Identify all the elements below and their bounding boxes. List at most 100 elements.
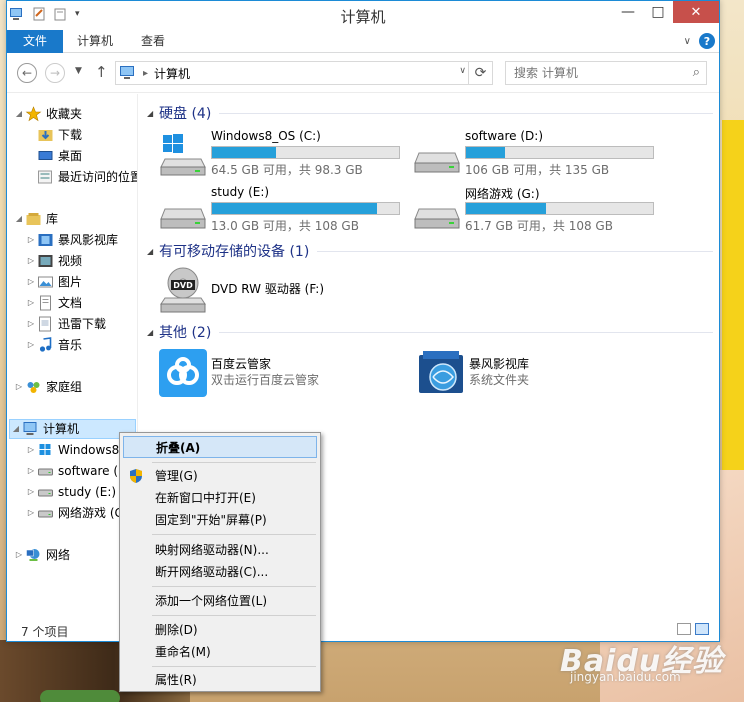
collapse-group-icon[interactable]: ◢ — [147, 328, 159, 337]
arrow-right-icon: → — [49, 66, 61, 80]
collapsed-arrow-icon[interactable]: ▷ — [25, 461, 37, 481]
drive-usage-fill — [466, 203, 547, 214]
group-header-removable[interactable]: ◢ 有可移动存储的设备 (1) — [147, 241, 713, 261]
minimize-button[interactable]: — — [613, 1, 643, 23]
documents-icon — [40, 295, 51, 311]
search-input[interactable] — [514, 66, 684, 80]
nav-library-pictures[interactable]: ▷ 图片 — [25, 272, 82, 292]
collapsed-arrow-icon[interactable]: ▷ — [25, 251, 37, 271]
item-name: 百度云管家 — [211, 357, 272, 371]
menu-item-collapse[interactable]: 折叠(A) — [123, 436, 317, 458]
help-button[interactable]: ? — [699, 33, 715, 49]
address-bar[interactable]: ▸ 计算机 ∨ ⟳ — [115, 61, 493, 85]
menu-separator — [152, 615, 316, 616]
back-button[interactable]: ← — [17, 63, 37, 83]
nav-recent-places[interactable]: 最近访问的位置 — [37, 167, 137, 187]
nav-label: 库 — [46, 212, 59, 226]
nav-label: 文档 — [58, 296, 83, 310]
downloads-library-icon — [39, 316, 51, 332]
breadcrumb-computer[interactable]: 计算机 — [154, 65, 190, 82]
menu-item-disconnect-drive[interactable]: 断开网络驱动器(C)... — [123, 561, 317, 583]
drive-tile-g[interactable]: 网络游戏 (G:) 61.7 GB 可用，共 108 GB — [413, 185, 663, 235]
address-history-dropdown[interactable]: ∨ — [459, 66, 466, 76]
collapsed-arrow-icon[interactable]: ▷ — [25, 272, 37, 292]
drive-tile-e[interactable]: study (E:) 13.0 GB 可用，共 108 GB — [159, 185, 409, 235]
large-icons-view-icon[interactable] — [695, 623, 709, 635]
explorer-window: ▾ 计算机 — □ ✕ 文件 计算机 查看 ∨ ? ← → ▼ ↑ ▸ 计算机 … — [6, 0, 720, 642]
menu-separator — [152, 666, 316, 667]
collapsed-arrow-icon[interactable]: ▷ — [13, 545, 25, 565]
nav-desktop[interactable]: 桌面 — [37, 146, 82, 166]
drive-free-space: 61.7 GB 可用，共 108 GB — [465, 219, 613, 233]
collapse-group-icon[interactable]: ◢ — [147, 247, 159, 256]
collapsed-arrow-icon[interactable]: ▷ — [25, 503, 37, 523]
menu-item-pin-to-start[interactable]: 固定到"开始"屏幕(P) — [123, 509, 317, 531]
nav-homegroup[interactable]: ▷ 家庭组 — [13, 377, 82, 397]
drive-tile-c[interactable]: Windows8_OS (C:) 64.5 GB 可用，共 98.3 GB — [159, 129, 409, 179]
menu-item-delete[interactable]: 删除(D) — [123, 619, 317, 641]
context-menu: 折叠(A) 管理(G) 在新窗口中打开(E) 固定到"开始"屏幕(P) 映射网络… — [119, 432, 321, 692]
dvd-badge-text: DVD — [173, 281, 193, 290]
windows-drive-icon — [160, 134, 206, 176]
breadcrumb-separator[interactable]: ▸ — [143, 68, 148, 79]
expand-arrow-icon[interactable]: ◢ — [13, 104, 25, 124]
dvd-drive-item[interactable]: DVD DVD RW 驱动器 (F:) — [159, 266, 399, 314]
menu-item-manage[interactable]: 管理(G) — [123, 465, 317, 487]
tab-computer[interactable]: 计算机 — [63, 30, 127, 53]
collapsed-arrow-icon[interactable]: ▷ — [25, 314, 37, 334]
collapse-group-icon[interactable]: ◢ — [147, 109, 159, 118]
tab-view[interactable]: 查看 — [127, 30, 179, 53]
item-description: 系统文件夹 — [469, 373, 530, 387]
drive-tile-d[interactable]: software (D:) 106 GB 可用，共 135 GB — [413, 129, 663, 179]
baidu-cloud-item[interactable]: 百度云管家 双击运行百度云管家 — [159, 349, 379, 397]
nav-computer[interactable]: ◢ 计算机 — [9, 419, 136, 439]
nav-label: 桌面 — [58, 149, 83, 163]
maximize-button[interactable]: □ — [643, 1, 673, 23]
menu-item-map-drive[interactable]: 映射网络驱动器(N)... — [123, 539, 317, 561]
collapsed-arrow-icon[interactable]: ▷ — [13, 377, 25, 397]
item-name: DVD RW 驱动器 (F:) — [211, 282, 325, 296]
collapsed-arrow-icon[interactable]: ▷ — [25, 440, 37, 460]
drive-usage-bar — [465, 202, 654, 215]
group-header-other[interactable]: ◢ 其他 (2) — [147, 322, 713, 342]
nav-downloads[interactable]: 下载 — [37, 125, 82, 145]
menu-item-open-new-window[interactable]: 在新窗口中打开(E) — [123, 487, 317, 509]
collapsed-arrow-icon[interactable]: ▷ — [25, 335, 37, 355]
expand-arrow-icon[interactable]: ◢ — [10, 419, 22, 439]
nav-libraries[interactable]: ◢ 库 — [13, 209, 58, 229]
collapsed-arrow-icon[interactable]: ▷ — [25, 482, 37, 502]
nav-library-baofeng[interactable]: ▷ 暴风影视库 — [25, 230, 118, 250]
refresh-button[interactable]: ⟳ — [468, 62, 492, 84]
recent-places-icon — [38, 170, 52, 184]
recent-locations-dropdown[interactable]: ▼ — [75, 66, 82, 76]
baofeng-library-item[interactable]: 暴风影视库 系统文件夹 — [417, 349, 637, 397]
tab-file[interactable]: 文件 — [7, 30, 63, 53]
search-icon[interactable]: ⌕ — [693, 65, 700, 80]
status-bar: 7 个项目 — [7, 619, 719, 641]
forward-button[interactable]: → — [45, 63, 65, 83]
nav-library-videos[interactable]: ▷ 视频 — [25, 251, 82, 271]
nav-library-xunlei[interactable]: ▷ 迅雷下载 — [25, 314, 106, 334]
video-library-icon — [38, 234, 53, 246]
expand-ribbon-icon[interactable]: ∨ — [684, 36, 691, 47]
close-button[interactable]: ✕ — [673, 1, 719, 23]
drive-usage-bar — [211, 202, 400, 215]
nav-network[interactable]: ▷ 网络 — [13, 545, 70, 565]
nav-library-documents[interactable]: ▷ 文档 — [25, 293, 82, 313]
nav-drive-g[interactable]: ▷ 网络游戏 (G:) — [25, 503, 133, 523]
nav-library-music[interactable]: ▷ 音乐 — [25, 335, 82, 355]
up-button[interactable]: ↑ — [95, 63, 108, 81]
nav-label: 下载 — [58, 128, 83, 142]
collapsed-arrow-icon[interactable]: ▷ — [25, 293, 37, 313]
details-view-icon[interactable] — [677, 623, 691, 635]
nav-drive-e[interactable]: ▷ study (E:) — [25, 482, 116, 502]
menu-item-rename[interactable]: 重命名(M) — [123, 641, 317, 663]
menu-item-add-network-location[interactable]: 添加一个网络位置(L) — [123, 590, 317, 612]
wallpaper-green-patch — [40, 690, 120, 702]
search-box[interactable]: ⌕ — [505, 61, 707, 85]
menu-item-properties[interactable]: 属性(R) — [123, 669, 317, 691]
group-header-disks[interactable]: ◢ 硬盘 (4) — [147, 103, 713, 123]
collapsed-arrow-icon[interactable]: ▷ — [25, 230, 37, 250]
nav-favorites[interactable]: ◢ 收藏夹 — [13, 104, 82, 124]
expand-arrow-icon[interactable]: ◢ — [13, 209, 25, 229]
